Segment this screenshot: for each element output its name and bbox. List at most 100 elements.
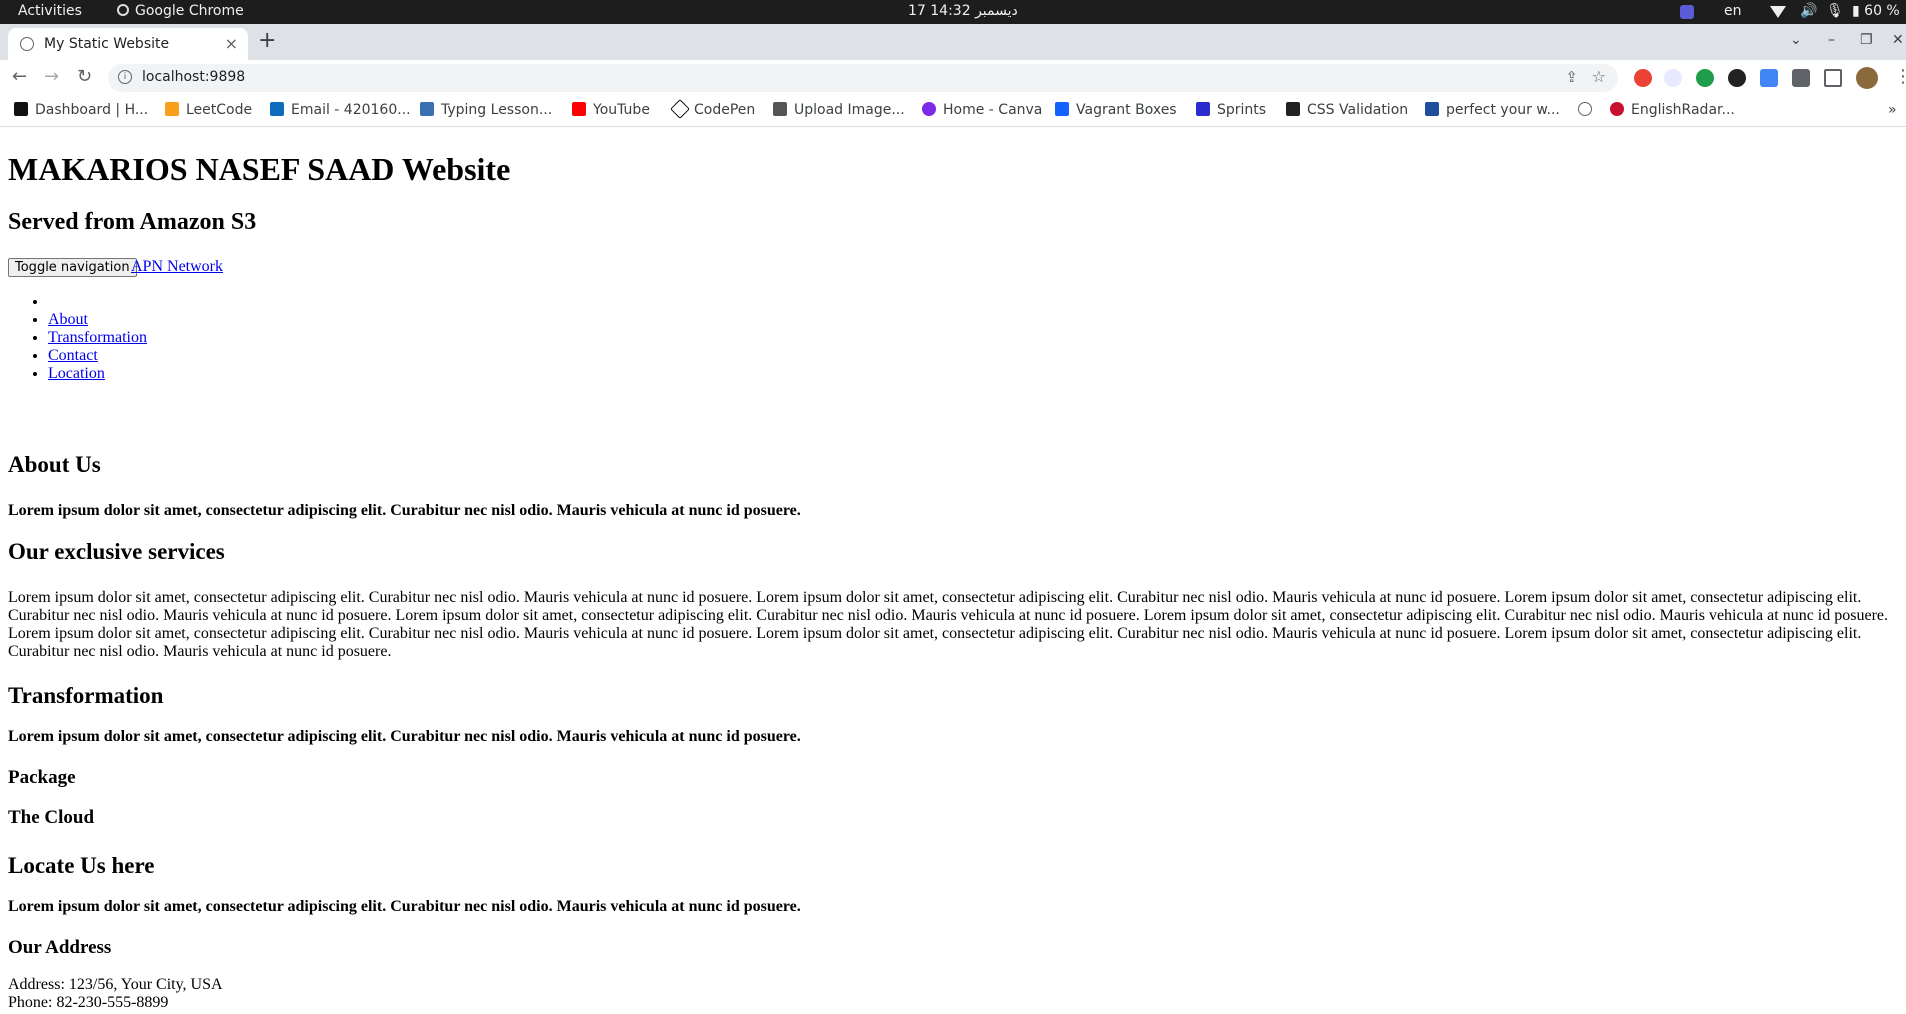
page-subtitle: Served from Amazon S3 — [8, 209, 257, 235]
extension-devtools-icon[interactable] — [1728, 69, 1746, 87]
extension-b-icon[interactable] — [1664, 69, 1682, 87]
transformation-text: Lorem ipsum dolor sit amet, consectetur … — [8, 728, 801, 745]
reload-icon[interactable]: ↻ — [77, 68, 92, 86]
bookmark-label: YouTube — [593, 102, 650, 118]
leetcode-icon — [165, 102, 179, 116]
brand-link[interactable]: APN Network — [131, 258, 223, 276]
bookmark-item[interactable]: CodePen — [670, 99, 756, 119]
profile-avatar[interactable] — [1856, 67, 1878, 89]
bookmark-item[interactable]: Sprints — [1196, 102, 1266, 118]
translate-icon[interactable] — [1760, 69, 1778, 87]
bookmarks-bar: Dashboard | H... LeetCode Email - 420160… — [0, 96, 1906, 127]
trello-icon — [1425, 102, 1439, 116]
bookmark-label: CodePen — [694, 102, 756, 118]
app-menu[interactable]: Google Chrome — [117, 3, 244, 19]
nav-item-about: About — [48, 311, 147, 329]
bookmark-label: CSS Validation — [1307, 102, 1409, 118]
language-indicator[interactable]: en — [1724, 3, 1742, 19]
os-top-bar: Activities Google Chrome 17 ديسمبر 14:32… — [0, 0, 1906, 24]
wifi-icon[interactable] — [1770, 6, 1786, 18]
locate-text: Lorem ipsum dolor sit amet, consectetur … — [8, 898, 801, 915]
sprints-icon — [1196, 102, 1210, 116]
battery-indicator[interactable]: ▮ 60 % — [1852, 3, 1900, 19]
nav-item-transformation: Transformation — [48, 329, 147, 347]
bookmark-item[interactable]: CSS Validation — [1286, 102, 1408, 118]
minimize-icon[interactable]: – — [1828, 32, 1835, 48]
bookmark-label: Typing Lesson... — [441, 102, 553, 118]
phone-line: Phone: 82-230-555-8899 — [8, 994, 169, 1011]
nav-link-location[interactable]: Location — [48, 365, 105, 382]
site-info-icon[interactable]: i — [118, 70, 132, 84]
bookmark-star-icon[interactable]: ☆ — [1592, 67, 1606, 86]
side-panel-icon[interactable] — [1824, 69, 1842, 87]
nav-list: About Transformation Contact Location — [8, 293, 147, 383]
nav-link-transformation[interactable]: Transformation — [48, 329, 147, 346]
bookmark-item[interactable]: Home - Canva — [922, 102, 1042, 118]
extension-color-icon[interactable] — [1634, 69, 1652, 87]
maximize-icon[interactable]: ❐ — [1860, 32, 1873, 48]
bookmark-item[interactable]: Upload Image... — [773, 102, 905, 118]
tab-search-icon[interactable]: ⌄ — [1790, 32, 1802, 48]
typing-icon — [420, 102, 434, 116]
more-menu-icon[interactable]: ⋮ — [1894, 68, 1906, 86]
extensions-puzzle-icon[interactable] — [1792, 69, 1810, 87]
bookmark-favicon-icon — [14, 102, 28, 116]
activities-button[interactable]: Activities — [18, 3, 82, 19]
address-line: Address: 123/56, Your City, USA — [8, 976, 223, 993]
about-heading: About Us — [8, 452, 101, 477]
battery-level: 60 % — [1864, 3, 1900, 19]
package-heading: Package — [8, 767, 76, 788]
locate-heading: Locate Us here — [8, 853, 155, 878]
englishradar-icon — [1610, 102, 1624, 116]
bookmark-item[interactable]: Typing Lesson... — [420, 102, 552, 118]
clock[interactable]: 17 ديسمبر 14:32 — [908, 3, 1018, 19]
bookmark-label: perfect your w... — [1446, 102, 1560, 118]
bookmark-label: Home - Canva — [943, 102, 1043, 118]
youtube-icon — [572, 102, 586, 116]
page-content: MAKARIOS NASEF SAAD Website Served from … — [0, 127, 1906, 1014]
nav-item-contact: Contact — [48, 347, 147, 365]
bookmark-label: Upload Image... — [794, 102, 905, 118]
toggle-navigation-button[interactable]: Toggle navigation — [8, 258, 137, 277]
back-icon[interactable]: ← — [12, 68, 27, 86]
transformation-heading: Transformation — [8, 683, 164, 708]
bookmark-label: LeetCode — [186, 102, 253, 118]
bookmark-label: Dashboard | H... — [35, 102, 149, 118]
bookmark-item[interactable]: EnglishRadar... — [1610, 102, 1735, 118]
bookmark-item[interactable] — [1578, 102, 1599, 118]
nav-link-about[interactable]: About — [48, 311, 88, 328]
bookmark-item[interactable]: Dashboard | H... — [14, 102, 148, 118]
bookmark-item[interactable]: YouTube — [572, 102, 650, 118]
bookmarks-overflow-icon[interactable]: » — [1888, 102, 1897, 118]
bookmark-label: Vagrant Boxes — [1076, 102, 1177, 118]
bookmark-item[interactable]: perfect your w... — [1425, 102, 1560, 118]
nav-link-contact[interactable]: Contact — [48, 347, 98, 364]
tab-title: My Static Website — [44, 36, 170, 52]
url-text[interactable]: localhost:9898 — [142, 69, 245, 85]
services-heading: Our exclusive services — [8, 539, 225, 564]
bookmark-label: Sprints — [1217, 102, 1267, 118]
outlook-icon — [270, 102, 284, 116]
tab-my-static-website[interactable]: My Static Website × — [8, 28, 248, 60]
microphone-icon[interactable]: 🎙 — [1826, 3, 1844, 19]
bookmark-item[interactable]: Vagrant Boxes — [1055, 102, 1177, 118]
address-bar[interactable]: i localhost:9898 ⇪ ☆ — [108, 64, 1618, 92]
about-text: Lorem ipsum dolor sit amet, consectetur … — [8, 502, 801, 519]
close-window-icon[interactable]: ✕ — [1892, 32, 1904, 48]
bookmark-item[interactable]: Email - 420160... — [270, 102, 411, 118]
teams-icon[interactable] — [1680, 5, 1694, 19]
upload-icon — [773, 102, 787, 116]
volume-icon[interactable]: 🔊 — [1800, 3, 1817, 19]
forward-icon[interactable]: → — [44, 68, 59, 86]
new-tab-button[interactable]: + — [258, 28, 276, 53]
canva-icon — [922, 102, 936, 116]
share-icon[interactable]: ⇪ — [1565, 68, 1578, 86]
extension-grammarly-icon[interactable] — [1696, 69, 1714, 87]
bookmark-item[interactable]: LeetCode — [165, 102, 252, 118]
tab-close-button[interactable]: × — [225, 34, 238, 53]
tab-strip: My Static Website × + ⌄ – ❐ ✕ — [0, 24, 1906, 60]
css-validation-icon — [1286, 102, 1300, 116]
vagrant-icon — [1055, 102, 1069, 116]
battery-icon: ▮ — [1852, 3, 1860, 19]
bookmark-label: EnglishRadar... — [1631, 102, 1735, 118]
